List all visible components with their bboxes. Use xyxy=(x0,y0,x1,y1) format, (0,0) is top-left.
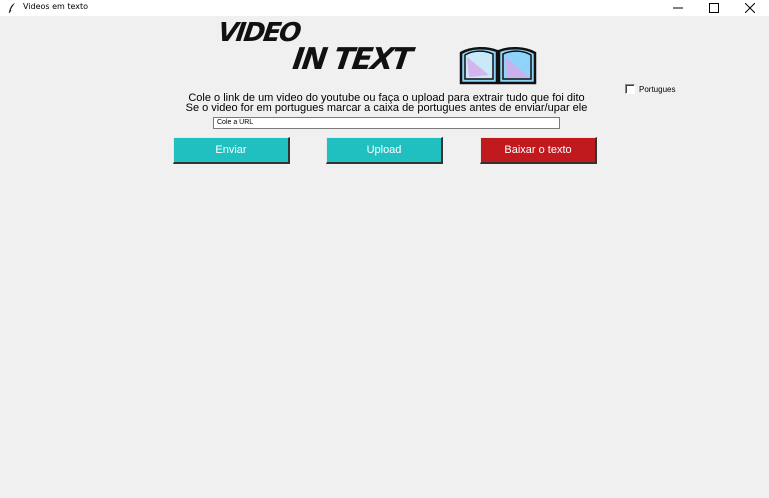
logo-line-video: VIDEO xyxy=(215,18,302,48)
upload-button[interactable]: Upload xyxy=(326,137,443,164)
minimize-button[interactable] xyxy=(663,0,693,16)
portugues-checkbox[interactable] xyxy=(625,84,635,94)
close-icon xyxy=(745,3,755,13)
portugues-checkbox-label[interactable]: Portugues xyxy=(639,85,675,94)
logo-line-in-text: IN TEXT xyxy=(290,42,413,77)
baixar-texto-button[interactable]: Baixar o texto xyxy=(480,137,597,164)
enviar-button[interactable]: Enviar xyxy=(173,137,290,164)
portugues-checkbox-wrapper[interactable]: Portugues xyxy=(625,84,675,94)
feather-icon xyxy=(8,3,15,14)
close-button[interactable] xyxy=(735,0,765,16)
title-bar: Videos em texto xyxy=(0,0,769,16)
window-title: Videos em texto xyxy=(23,2,89,11)
maximize-icon xyxy=(709,3,719,13)
maximize-button[interactable] xyxy=(699,0,729,16)
book-icon xyxy=(459,47,537,85)
instruction-text-line-2: Se o video for em portugues marcar a cai… xyxy=(185,102,588,114)
minimize-icon xyxy=(673,7,683,9)
url-input[interactable]: Cole a URL xyxy=(213,117,560,129)
